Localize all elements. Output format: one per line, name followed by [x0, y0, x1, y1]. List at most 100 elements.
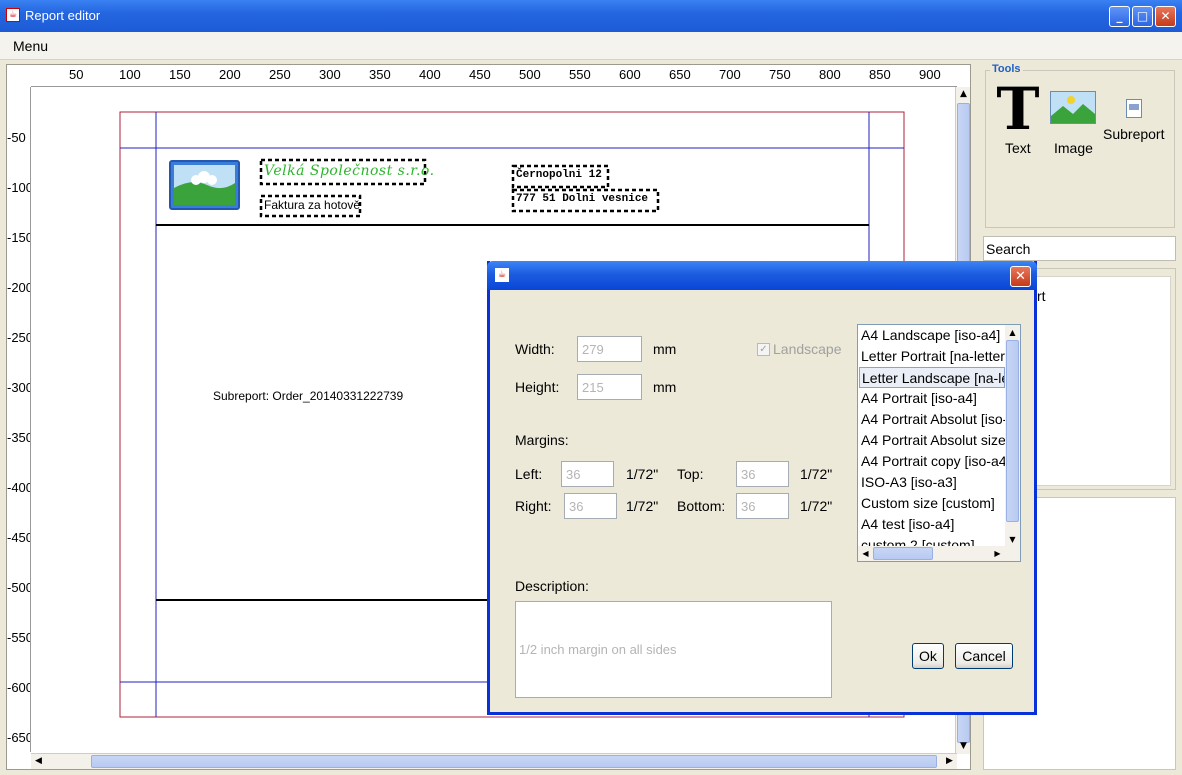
close-button[interactable]: ✕ — [1155, 6, 1176, 27]
width-field[interactable]: 279 — [577, 336, 642, 362]
image-tool-label[interactable]: Image — [1054, 140, 1093, 156]
scroll-left-arrow-icon[interactable]: ◀ — [31, 754, 46, 769]
right-margin-label: Right: — [515, 498, 552, 514]
left-margin-label: Left: — [515, 466, 543, 482]
cancel-button[interactable]: Cancel — [955, 643, 1013, 669]
text-tool-icon[interactable]: T — [995, 80, 1041, 138]
h-ruler-tick: 500 — [519, 67, 541, 82]
list-vertical-scrollbar[interactable]: ▲ ▼ — [1005, 325, 1020, 547]
maximize-button[interactable]: □ — [1132, 6, 1153, 27]
scroll-right-arrow-icon[interactable]: ▶ — [942, 754, 957, 769]
ok-button[interactable]: Ok — [912, 643, 944, 669]
h-ruler-tick: 400 — [419, 67, 441, 82]
left-margin-unit: 1/72" — [626, 466, 659, 482]
tools-legend: Tools — [990, 63, 1023, 75]
paper-format-item[interactable]: Custom size [custom] — [859, 493, 1005, 514]
list-scroll-up-icon[interactable]: ▲ — [1005, 325, 1020, 340]
paper-format-item[interactable]: Letter Portrait [na-letter] — [859, 346, 1005, 367]
top-margin-unit: 1/72" — [800, 466, 833, 482]
v-ruler-tick: -600 — [7, 680, 31, 695]
list-hscroll-thumb[interactable] — [873, 547, 933, 560]
h-ruler-tick: 750 — [769, 67, 791, 82]
top-margin-field[interactable]: 36 — [736, 461, 789, 487]
menu-bar: Menu — [0, 32, 1182, 60]
height-field[interactable]: 215 — [577, 374, 642, 400]
paper-format-item[interactable]: ISO-A3 [iso-a3] — [859, 472, 1005, 493]
h-ruler-tick: 350 — [369, 67, 391, 82]
h-ruler-tick: 250 — [269, 67, 291, 82]
list-horizontal-scrollbar[interactable]: ◀ ▶ — [858, 546, 1020, 561]
v-ruler-tick: -650 — [7, 730, 31, 745]
title-bar[interactable]: ☕ Report editor _ □ ✕ — [0, 0, 1182, 32]
bottom-margin-label: Bottom: — [677, 498, 726, 514]
subreport-tool-label[interactable]: Subreport — [1103, 126, 1164, 142]
horizontal-scroll-thumb[interactable] — [91, 755, 937, 768]
paper-format-item[interactable]: Letter Landscape [na-letter] — [859, 367, 1005, 388]
minimize-button[interactable]: _ — [1109, 6, 1130, 27]
landscape-checkbox[interactable]: ✓ — [757, 343, 770, 356]
landscape-label[interactable]: Landscape — [773, 341, 842, 357]
height-unit: mm — [653, 379, 677, 395]
h-ruler-tick: 300 — [319, 67, 341, 82]
top-margin-label: Top: — [677, 466, 704, 482]
vertical-ruler: -50 -100 -150 -200 -250 -300 -350 -400 -450 -500 -… — [7, 87, 31, 752]
java-cup-icon: ☕ — [495, 268, 509, 282]
v-ruler-tick: -550 — [7, 630, 31, 645]
right-margin-unit: 1/72" — [626, 498, 659, 514]
paper-format-item[interactable]: A4 Portrait Absolut size — [859, 430, 1005, 451]
invoice-type-text: Faktura za hotově — [264, 198, 361, 212]
search-input[interactable]: Search — [983, 236, 1176, 261]
list-scroll-down-icon[interactable]: ▼ — [1005, 532, 1020, 547]
image-tool-icon[interactable] — [1050, 91, 1096, 124]
tree-item[interactable]: rt — [1037, 288, 1046, 304]
h-ruler-tick: 800 — [819, 67, 841, 82]
v-ruler-tick: -250 — [7, 330, 31, 345]
list-scroll-left-icon[interactable]: ◀ — [858, 546, 873, 561]
horizontal-ruler: 50 100 150 200 250 300 350 400 450 500 550 600 650 70… — [31, 65, 957, 87]
bottom-margin-field[interactable]: 36 — [736, 493, 789, 519]
v-ruler-tick: -150 — [7, 230, 31, 245]
width-unit: mm — [653, 341, 677, 357]
h-ruler-tick: 600 — [619, 67, 641, 82]
h-ruler-tick: 900 — [919, 67, 941, 82]
width-label: Width: — [515, 341, 555, 357]
h-ruler-tick: 100 — [119, 67, 141, 82]
java-cup-icon: ☕ — [6, 8, 20, 22]
subreport-tool-icon[interactable] — [1126, 99, 1142, 118]
scroll-up-arrow-icon[interactable]: ▲ — [956, 87, 971, 102]
text-tool-label[interactable]: Text — [1005, 140, 1031, 156]
page-setup-dialog: ☕ ✕ Width: 279 mm ✓ Landscape Height: 21… — [487, 261, 1037, 715]
v-ruler-tick: -200 — [7, 280, 31, 295]
description-label: Description: — [515, 578, 589, 594]
v-ruler-tick: -350 — [7, 430, 31, 445]
street-text: Černopolni 12 — [516, 169, 602, 181]
bottom-margin-unit: 1/72" — [800, 498, 833, 514]
v-ruler-tick: -50 — [7, 130, 26, 145]
menu-menu[interactable]: Menu — [13, 38, 48, 54]
paper-format-item[interactable]: A4 Portrait copy [iso-a4] — [859, 451, 1005, 472]
v-ruler-tick: -300 — [7, 380, 31, 395]
window-title: Report editor — [25, 8, 101, 23]
height-label: Height: — [515, 379, 560, 395]
margins-label: Margins: — [515, 432, 569, 448]
paper-format-item[interactable]: A4 Portrait [iso-a4] — [859, 388, 1005, 409]
subreport-label[interactable]: Subreport: Order_20140331222739 — [213, 389, 403, 403]
h-ruler-tick: 150 — [169, 67, 191, 82]
paper-format-item[interactable]: A4 Portrait Absolut [iso-a4] — [859, 409, 1005, 430]
paper-format-list[interactable]: custom 2 [custom] A4 test [iso-a4] Custom … — [857, 324, 1021, 562]
h-ruler-tick: 700 — [719, 67, 741, 82]
dialog-title-bar[interactable]: ☕ ✕ — [487, 261, 1037, 290]
right-margin-field[interactable]: 36 — [564, 493, 617, 519]
dialog-close-button[interactable]: ✕ — [1010, 266, 1031, 287]
paper-format-item[interactable]: A4 test [iso-a4] — [859, 514, 1005, 535]
h-ruler-tick: 550 — [569, 67, 591, 82]
city-text: 777 51 Dolni vesnice — [516, 193, 649, 205]
scroll-down-arrow-icon[interactable]: ▼ — [956, 739, 971, 754]
description-textarea[interactable]: 1/2 inch margin on all sides — [515, 601, 832, 698]
editor-horizontal-scrollbar[interactable]: ◀ ▶ — [31, 753, 957, 769]
left-margin-field[interactable]: 36 — [561, 461, 614, 487]
list-scroll-right-icon[interactable]: ▶ — [990, 546, 1005, 561]
list-scroll-thumb[interactable] — [1006, 340, 1019, 522]
paper-format-item[interactable]: A4 Landscape [iso-a4] — [859, 325, 1005, 346]
v-ruler-tick: -100 — [7, 180, 31, 195]
